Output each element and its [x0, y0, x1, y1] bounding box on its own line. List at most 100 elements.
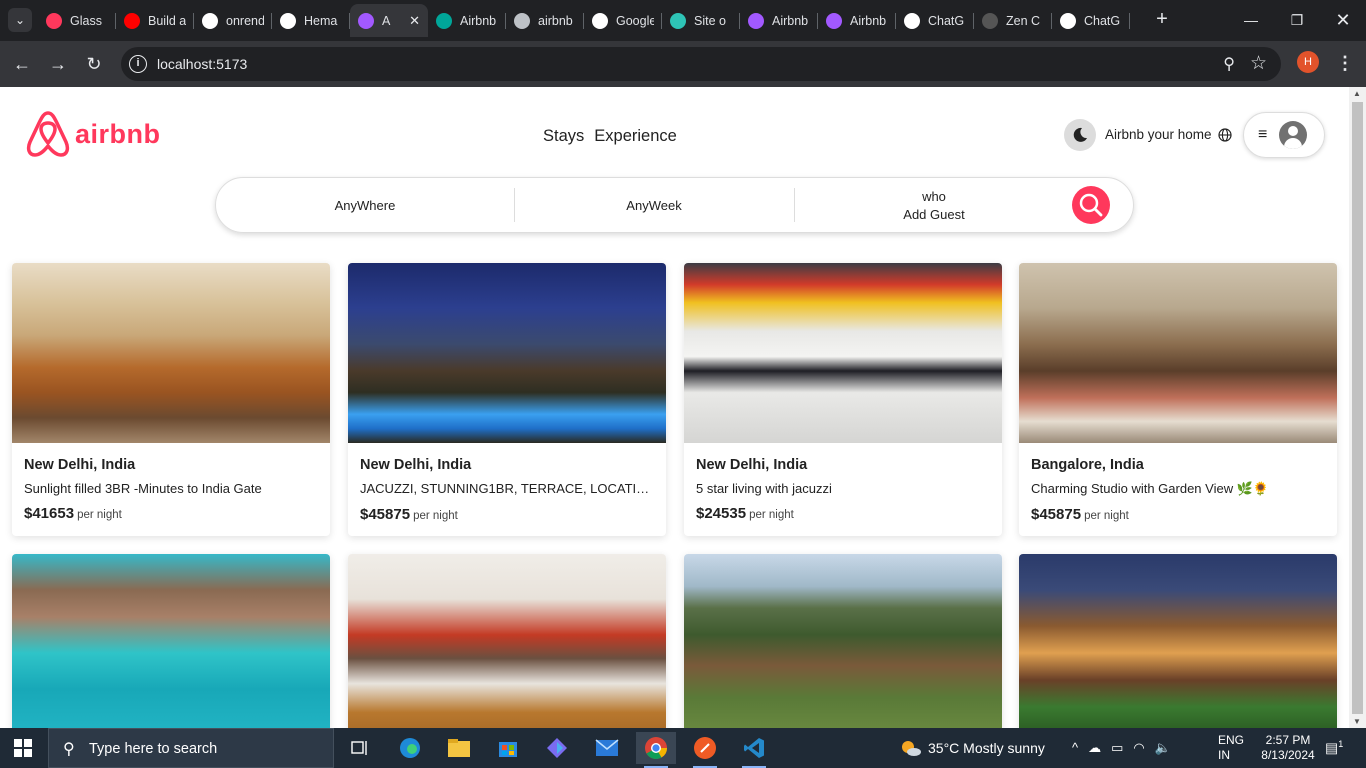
listing-card[interactable]: New Delhi, India 5 star living with jacu…: [684, 263, 1002, 536]
weather-widget[interactable]: 35°C Mostly sunny: [900, 739, 1045, 757]
listing-photo: [684, 554, 1002, 728]
system-tray: ^ ☁ ▭ ◠ 🔈: [1072, 740, 1171, 756]
week-field[interactable]: AnyWeek: [514, 178, 794, 232]
browser-tab[interactable]: ChatG: [1052, 4, 1130, 37]
listing-location: New Delhi, India: [696, 457, 808, 473]
browser-tab[interactable]: ChatG: [896, 4, 974, 37]
weather-text: 35°C Mostly sunny: [928, 740, 1045, 756]
browser-tab[interactable]: onrend: [194, 4, 272, 37]
browser-tab[interactable]: Zen C: [974, 4, 1052, 37]
price-unit: per night: [749, 509, 794, 521]
url-text[interactable]: localhost:5173: [157, 56, 247, 72]
browser-tab[interactable]: Site o: [662, 4, 740, 37]
listing-card[interactable]: New Delhi, India JACUZZI, STUNNING1BR, T…: [348, 263, 666, 536]
site-info-icon[interactable]: i: [129, 55, 147, 73]
copilot-icon[interactable]: [537, 732, 577, 764]
search-bar: AnyWhere AnyWeek who Add Guest: [215, 177, 1134, 233]
profile-avatar[interactable]: H: [1297, 51, 1319, 73]
listing-card[interactable]: New Delhi, India Sunlight filled 3BR -Mi…: [12, 263, 330, 536]
minimize-button[interactable]: —: [1228, 0, 1274, 41]
chrome-menu-icon[interactable]: ⋮: [1336, 50, 1354, 76]
close-tab-icon[interactable]: ✕: [409, 13, 420, 29]
browser-tab[interactable]: Google: [584, 4, 662, 37]
taskbar-search[interactable]: ⚲ Type here to search: [48, 728, 334, 768]
scroll-down-icon[interactable]: ▼: [1353, 717, 1361, 726]
search-icon: [1079, 193, 1103, 217]
vscode-icon[interactable]: [734, 732, 774, 768]
price-unit: per night: [413, 510, 458, 522]
chatgpt-icon: [1060, 12, 1076, 29]
scroll-thumb[interactable]: [1352, 102, 1363, 714]
hamburger-icon: ≡: [1258, 126, 1268, 143]
vite-icon: [826, 12, 842, 29]
maximize-button[interactable]: ❐: [1274, 0, 1320, 41]
nav-experience[interactable]: Experience: [594, 127, 677, 146]
edge-icon[interactable]: [390, 732, 430, 764]
wifi-icon[interactable]: ◠: [1133, 740, 1144, 756]
tab-search-button[interactable]: ⌄: [8, 8, 32, 32]
clock-time: 2:57 PM: [1265, 733, 1311, 747]
clock[interactable]: 2:57 PM 8/13/2024: [1256, 733, 1320, 763]
language-indicator[interactable]: ENG IN: [1218, 733, 1244, 763]
back-button[interactable]: ←: [8, 50, 36, 78]
tab-title: A: [382, 13, 391, 28]
tab-title: Build a: [148, 13, 186, 28]
browser-tab[interactable]: Airbnb: [818, 4, 896, 37]
vite-icon: [748, 12, 764, 29]
tab-title: Airbnb: [772, 13, 809, 28]
airbnb-logo[interactable]: airbnb: [25, 109, 161, 159]
browser-tab[interactable]: Build a: [116, 4, 194, 37]
user-menu-button[interactable]: ≡: [1243, 112, 1325, 158]
listing-title: Charming Studio with Garden View 🌿🌻: [1031, 481, 1270, 496]
scroll-up-icon[interactable]: ▲: [1353, 89, 1361, 98]
notification-center-icon[interactable]: ▤1: [1325, 739, 1343, 757]
browser-tab[interactable]: Hema: [272, 4, 350, 37]
browser-tab[interactable]: Airbnb: [428, 4, 506, 37]
page-scrollbar[interactable]: ▲ ▼: [1349, 87, 1366, 728]
theme-toggle-button[interactable]: [1064, 119, 1096, 151]
new-tab-button[interactable]: +: [1150, 8, 1174, 32]
globe-icon: [1217, 127, 1232, 142]
github-icon: [280, 12, 296, 29]
tray-chevron-icon[interactable]: ^: [1072, 740, 1078, 756]
guests-field[interactable]: who Add Guest: [794, 178, 1074, 232]
onedrive-icon[interactable]: ☁: [1088, 740, 1101, 756]
address-bar[interactable]: i localhost:5173 ⚲ ☆: [121, 47, 1281, 81]
task-view-icon[interactable]: [340, 732, 380, 764]
bookmark-star-icon[interactable]: ☆: [1250, 52, 1267, 75]
battery-icon[interactable]: ▭: [1111, 740, 1123, 756]
search-button[interactable]: [1072, 186, 1110, 224]
where-field[interactable]: AnyWhere: [216, 178, 514, 232]
reload-button[interactable]: ↻: [80, 50, 108, 78]
chatgpt-icon: [904, 12, 920, 29]
browser-tab[interactable]: airbnb: [506, 4, 584, 37]
windows-start-icon[interactable]: [14, 739, 32, 757]
listing-card[interactable]: [348, 554, 666, 728]
forward-button[interactable]: →: [44, 50, 72, 78]
chrome-icon[interactable]: [636, 732, 676, 768]
file-explorer-icon[interactable]: [439, 732, 479, 764]
browser-tab-strip: ⌄ Glass Build a onrend Hema A ✕ Airbnb airbnb Go…: [0, 0, 1366, 41]
listing-card[interactable]: [1019, 554, 1337, 728]
tab-title: Zen C: [1006, 13, 1041, 28]
nav-stays[interactable]: Stays: [543, 127, 584, 146]
postman-icon[interactable]: [685, 732, 725, 768]
host-link[interactable]: Airbnb your home: [1105, 127, 1232, 142]
close-window-button[interactable]: ✕: [1320, 0, 1366, 41]
volume-icon[interactable]: 🔈: [1155, 740, 1171, 756]
tab-title: Site o: [694, 13, 726, 28]
store-icon[interactable]: [488, 732, 528, 764]
listing-card[interactable]: [12, 554, 330, 728]
tab-title: Airbnb: [850, 13, 887, 28]
mail-icon[interactable]: [587, 732, 627, 764]
listing-card[interactable]: Bangalore, India Charming Studio with Ga…: [1019, 263, 1337, 536]
browser-tab[interactable]: A ✕: [350, 4, 428, 37]
listing-price: $41653: [24, 505, 75, 522]
browser-tab[interactable]: Glass: [38, 4, 116, 37]
listing-photo: [1019, 554, 1337, 728]
browser-tab[interactable]: Airbnb: [740, 4, 818, 37]
listing-card[interactable]: [684, 554, 1002, 728]
zoom-icon[interactable]: ⚲: [1223, 54, 1235, 74]
notification-count: 1: [1338, 739, 1344, 749]
listing-price: $45875: [360, 506, 411, 523]
